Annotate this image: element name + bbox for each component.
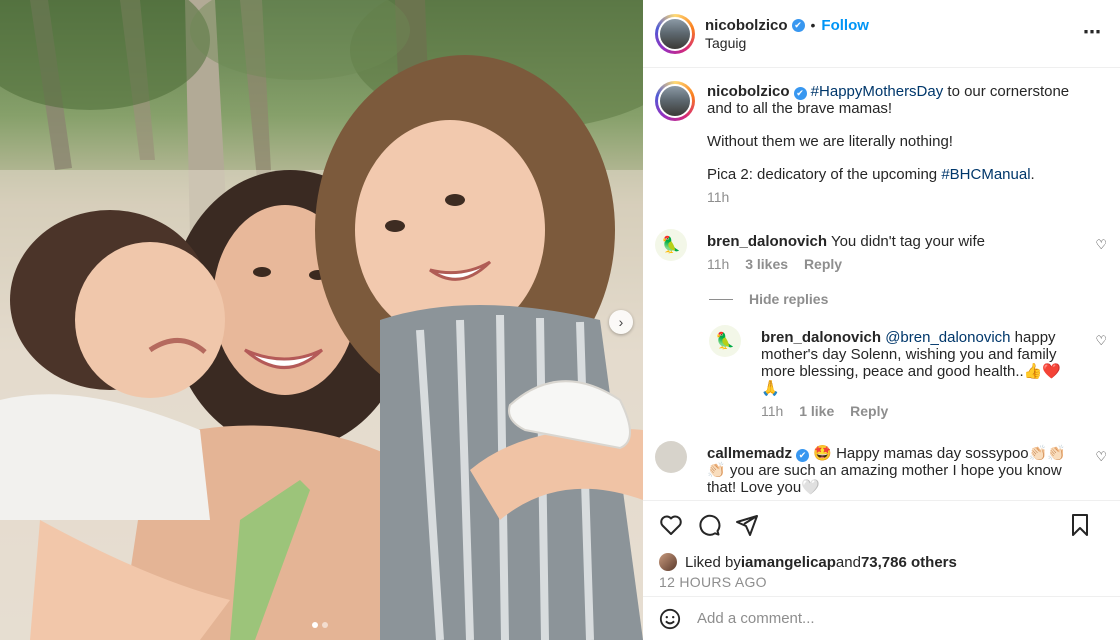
reply-button[interactable]: Reply (850, 403, 888, 419)
comment-username[interactable]: bren_dalonovich (707, 233, 827, 250)
reply-button[interactable]: Reply (804, 256, 842, 272)
commenter-avatar[interactable] (655, 441, 687, 473)
mention-link[interactable]: @bren_dalonovich (885, 329, 1010, 346)
verified-icon: ✔ (796, 449, 810, 462)
comment-input[interactable]: Add a comment... (697, 610, 815, 627)
comment-username[interactable]: callmemadz (707, 445, 792, 462)
comment-likes[interactable]: 1 like (799, 403, 834, 419)
commenter-avatar[interactable]: 🦜 (709, 325, 741, 357)
hide-replies-button[interactable]: Hide replies (709, 291, 828, 307)
like-comment-icon[interactable]: ♡ (1095, 237, 1107, 253)
comments-section[interactable]: nicobolzico ✔ #HappyMothersDay to our cor… (643, 69, 1120, 499)
like-comment-icon[interactable]: ♡ (1095, 333, 1107, 349)
hashtag-link[interactable]: #HappyMothersDay (811, 83, 944, 100)
comment-time[interactable]: 11h (761, 403, 783, 419)
caption-text: Pica 2: dedicatory of the upcoming (707, 166, 942, 183)
comment-text: You didn't tag your wife (830, 233, 986, 250)
bookmark-icon[interactable] (1068, 513, 1092, 537)
hashtag-link[interactable]: #BHCManual (941, 166, 1030, 183)
liker-avatar (659, 553, 677, 571)
likes-summary[interactable]: Liked by iamangelicap and 73,786 others (659, 553, 957, 571)
add-comment-bar: Add a comment... (643, 596, 1120, 640)
caption-username[interactable]: nicobolzico (707, 83, 790, 100)
comment-time[interactable]: 11h (707, 256, 729, 272)
caption-text: . (1030, 166, 1035, 183)
likes-count[interactable]: 73,786 others (861, 554, 957, 571)
follow-button[interactable]: Follow (821, 17, 869, 34)
divider-line (709, 298, 733, 300)
caption-text: Without them we are literally nothing! (707, 133, 953, 150)
separator-dot: • (810, 17, 816, 33)
emoji-icon[interactable] (659, 608, 681, 630)
like-comment-icon[interactable]: ♡ (1095, 449, 1107, 465)
post-side-panel: nicobolzico ✔ • Follow Taguig ⋯ nicobolz… (643, 0, 1120, 640)
post-actions (643, 500, 1120, 548)
comment-likes[interactable]: 3 likes (745, 256, 788, 272)
commenter-avatar[interactable]: 🦜 (655, 229, 687, 261)
post-header: nicobolzico ✔ • Follow Taguig ⋯ (643, 0, 1120, 68)
author-username[interactable]: nicobolzico (705, 17, 788, 34)
carousel-indicator (312, 622, 328, 628)
photo-illustration (0, 0, 643, 640)
post-timestamp[interactable]: 12 HOURS AGO (659, 574, 767, 590)
comment-username[interactable]: bren_dalonovich (761, 329, 881, 346)
chevron-right-icon: › (618, 314, 624, 330)
author-avatar[interactable] (655, 13, 695, 54)
post-photo: › (0, 0, 643, 640)
caption-avatar[interactable] (655, 81, 695, 121)
heart-icon[interactable] (659, 513, 683, 537)
comment-icon[interactable] (697, 513, 721, 537)
share-icon[interactable] (735, 513, 759, 537)
location-link[interactable]: Taguig (705, 35, 869, 51)
more-options-icon[interactable]: ⋯ (1083, 22, 1102, 43)
carousel-dot (322, 622, 328, 628)
caption-time[interactable]: 11h (707, 189, 729, 205)
carousel-dot (312, 622, 318, 628)
verified-icon: ✔ (793, 87, 807, 100)
verified-icon: ✔ (791, 18, 805, 32)
next-photo-button[interactable]: › (609, 310, 633, 334)
liker-username[interactable]: iamangelicap (741, 554, 836, 571)
